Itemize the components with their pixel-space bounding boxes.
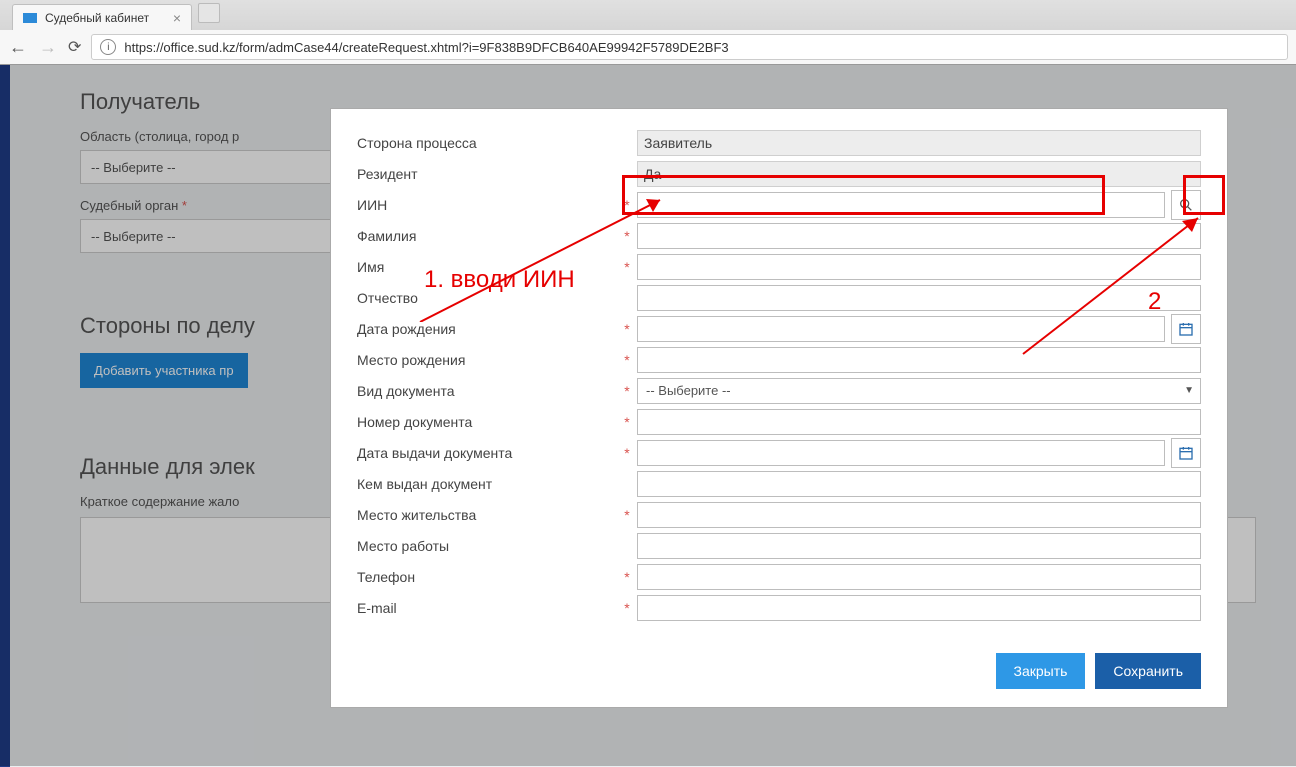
annotation-text-2: 2 (1148, 288, 1161, 316)
back-button[interactable]: ← (8, 37, 28, 58)
label-doc-issuer: Кем выдан документ (357, 476, 617, 492)
work-input[interactable] (637, 533, 1201, 559)
annotation-box-iin (622, 175, 1105, 215)
label-work: Место работы (357, 538, 617, 554)
annotation-text-1: 1. вводи ИИН (424, 266, 575, 294)
doc-issuer-input[interactable] (637, 471, 1201, 497)
new-tab-button[interactable] (198, 3, 220, 23)
label-doc-date: Дата выдачи документа (357, 445, 617, 461)
doc-date-input[interactable] (637, 440, 1165, 466)
reload-button[interactable]: ⟳ (68, 37, 81, 57)
url-text: https://office.sud.kz/form/admCase44/cre… (124, 40, 728, 55)
browser-tab[interactable]: Судебный кабинет × (12, 4, 192, 30)
forward-button[interactable]: → (38, 37, 58, 58)
close-tab-icon[interactable]: × (173, 10, 181, 26)
phone-input[interactable] (637, 564, 1201, 590)
label-side: Сторона процесса (357, 135, 617, 151)
email-input[interactable] (637, 595, 1201, 621)
save-button[interactable]: Сохранить (1095, 653, 1201, 689)
doc-type-select[interactable]: -- Выберите --▼ (637, 378, 1201, 404)
label-residence: Место жительства (357, 507, 617, 523)
annotation-arrow-2 (1018, 216, 1213, 356)
browser-chrome: Судебный кабинет × ← → ⟳ i https://offic… (0, 0, 1296, 65)
doc-num-input[interactable] (637, 409, 1201, 435)
residence-input[interactable] (637, 502, 1201, 528)
annotation-box-search (1183, 175, 1225, 215)
label-doc-num: Номер документа (357, 414, 617, 430)
address-bar[interactable]: i https://office.sud.kz/form/admCase44/c… (91, 34, 1288, 60)
annotation-arrow-1 (380, 192, 670, 322)
calendar-icon (1178, 445, 1194, 461)
browser-tabs: Судебный кабинет × (0, 0, 1296, 30)
label-doc-type: Вид документа (357, 383, 617, 399)
close-button[interactable]: Закрыть (996, 653, 1086, 689)
label-email: E-mail (357, 600, 617, 616)
info-icon[interactable]: i (100, 39, 116, 55)
label-resident: Резидент (357, 166, 617, 182)
label-pob: Место рождения (357, 352, 617, 368)
chevron-down-icon: ▼ (1184, 385, 1194, 396)
favicon-icon (23, 13, 37, 23)
label-dob: Дата рождения (357, 321, 617, 337)
label-phone: Телефон (357, 569, 617, 585)
browser-toolbar: ← → ⟳ i https://office.sud.kz/form/admCa… (0, 30, 1296, 64)
tab-title: Судебный кабинет (45, 11, 149, 25)
value-side: Заявитель (637, 130, 1201, 156)
doc-date-calendar-button[interactable] (1171, 438, 1201, 468)
